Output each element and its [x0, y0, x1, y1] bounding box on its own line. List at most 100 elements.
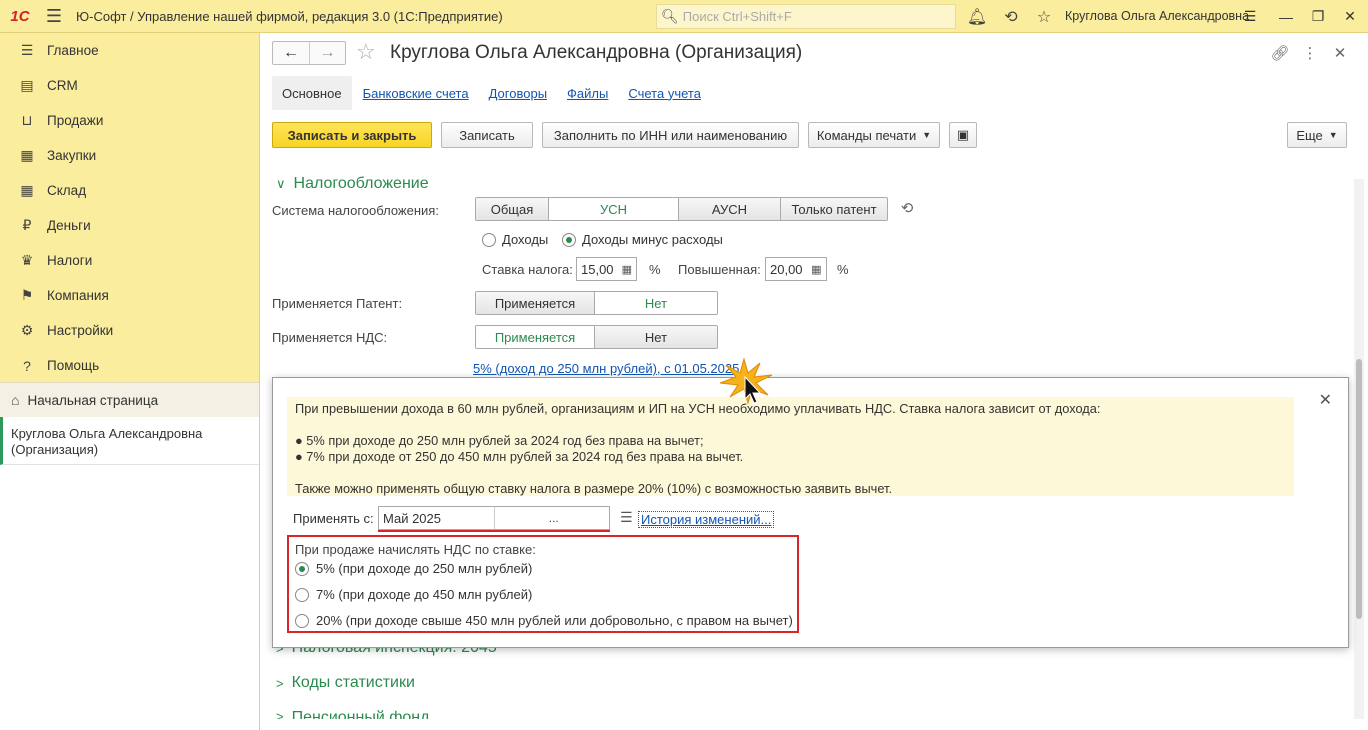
sidebar-item-main[interactable]: ☰ Главное [0, 33, 259, 68]
vat-settings-popup: ✕ При превышении дохода в 60 млн рублей,… [272, 377, 1349, 648]
vat-rate-20-label: 20% (при доходе свыше 450 млн рублей или… [316, 613, 793, 628]
global-search-input[interactable]: 🔍︎ Поиск Ctrl+Shift+F [656, 4, 956, 29]
home-icon: ⌂ [11, 392, 20, 408]
statistics-codes-label: Коды статистики [291, 674, 415, 691]
vat-rate-5-radio[interactable]: 5% (при доходе до 250 млн рублей) [295, 561, 532, 576]
purchases-icon: ▦ [20, 147, 34, 163]
vat-rate-7-radio[interactable]: 7% (при доходе до 450 млн рублей) [295, 587, 532, 602]
save-button[interactable]: Записать [441, 122, 533, 148]
tax-system-general[interactable]: Общая [476, 198, 549, 220]
apply-from-input[interactable]: Май 2025 ... [378, 506, 610, 530]
sidebar-item-crm[interactable]: ▤ CRM [0, 68, 259, 103]
fill-by-inn-button[interactable]: Заполнить по ИНН или наименованию [542, 122, 799, 148]
sections-panel: ☰ Главное ▤ CRM ⊔ Продажи ▦ Закупки ▦ Ск… [0, 33, 260, 730]
sidebar-item-sales[interactable]: ⊔ Продажи [0, 103, 259, 138]
sidebar-item-label: Деньги [47, 218, 91, 233]
sidebar-item-label: Налоги [47, 253, 93, 268]
tab-bank-accounts[interactable]: Банковские счета [363, 86, 469, 101]
taxation-header-label: Налогообложение [293, 175, 429, 192]
vat-rate-20-radio[interactable]: 20% (при доходе свыше 450 млн рублей или… [295, 613, 793, 628]
patent-applies[interactable]: Применяется [476, 292, 595, 314]
select-period-button[interactable]: ... [493, 507, 610, 529]
settings-menu-icon[interactable]: ☰ [1236, 4, 1264, 29]
notifications-icon[interactable]: 🔔︎ [964, 4, 990, 29]
tab-files[interactable]: Файлы [567, 86, 608, 101]
vertical-scrollbar[interactable] [1354, 179, 1364, 719]
warehouse-icon: ▦ [20, 182, 34, 198]
history-clock-icon[interactable]: ⟲ [896, 197, 918, 219]
vat-rate-group: При продаже начислять НДС по ставке: 5% … [287, 535, 799, 633]
structure-icon[interactable]: ▣ [949, 122, 977, 148]
forward-arrow-icon[interactable]: → [308, 42, 345, 64]
back-arrow-icon[interactable]: ← [273, 42, 309, 64]
tax-system-label: Система налогообложения: [272, 203, 439, 218]
vat-info-box: При превышении дохода в 60 млн рублей, о… [287, 397, 1294, 496]
statistics-codes-section-header[interactable]: > Коды статистики [276, 674, 415, 692]
close-window-icon[interactable]: ✕ [1336, 4, 1364, 29]
sidebar-item-money[interactable]: ₽ Деньги [0, 208, 259, 243]
home-page-item[interactable]: ⌂ Начальная страница [0, 382, 259, 417]
sidebar-item-label: Компания [47, 288, 109, 303]
gear-icon: ⚙ [20, 322, 34, 338]
tab-main[interactable]: Основное [272, 76, 352, 110]
object-income-minus-expenses-radio[interactable]: Доходы минус расходы [562, 232, 723, 247]
more-actions-icon[interactable]: ⋮ [1299, 42, 1321, 64]
app-title: Ю-Софт / Управление нашей фирмой, редакц… [76, 8, 503, 24]
sidebar-item-warehouse[interactable]: ▦ Склад [0, 173, 259, 208]
more-button[interactable]: Еще ▼ [1287, 122, 1347, 148]
taxation-section-header[interactable]: ∨ Налогообложение [276, 175, 429, 193]
sidebar-item-taxes[interactable]: ♛ Налоги [0, 243, 259, 278]
history-of-changes-link[interactable]: История изменений... [638, 511, 775, 528]
patent-no[interactable]: Нет [595, 292, 717, 314]
highlight-underline [378, 530, 610, 532]
increased-rate-input[interactable]: 20,00 ▦ [765, 257, 827, 281]
favorites-star-icon[interactable]: ☆ [1031, 4, 1057, 29]
vat-applies[interactable]: Применяется [476, 326, 595, 348]
dropdown-arrow-icon: ▼ [922, 130, 932, 140]
emblem-icon: ♛ [20, 252, 34, 268]
calculator-icon[interactable]: ▦ [614, 263, 636, 276]
pension-fund-section-header[interactable]: > Пенсионный фонд [276, 709, 429, 719]
minimize-icon[interactable]: — [1272, 4, 1300, 29]
chevron-right-icon: > [276, 709, 284, 719]
vat-no[interactable]: Нет [595, 326, 717, 348]
current-user-name[interactable]: Круглова Ольга Александровна [1065, 9, 1249, 23]
tax-system-patent-only[interactable]: Только патент [781, 198, 887, 220]
menu-icon: ☰ [20, 42, 34, 58]
vat-rate-link[interactable]: 5% (доход до 250 млн рублей), с 01.05.20… [473, 361, 739, 376]
sidebar-item-help[interactable]: ? Помощь [0, 348, 259, 383]
sidebar-item-label: Продажи [47, 113, 104, 128]
main-menu-icon[interactable]: ☰ [40, 0, 68, 33]
link-icon[interactable]: 🔗︎ [1269, 42, 1291, 64]
object-income-label: Доходы [502, 232, 549, 247]
favorite-star-icon[interactable]: ☆ [356, 39, 376, 65]
print-commands-button[interactable]: Команды печати ▼ [808, 122, 940, 148]
tax-system-ausn[interactable]: АУСН [679, 198, 781, 220]
close-form-icon[interactable]: ✕ [1329, 42, 1351, 64]
form-tabs: Основное Банковские счета Договоры Файлы… [272, 76, 701, 110]
scrollbar-thumb[interactable] [1356, 359, 1362, 619]
percent-sign: % [649, 262, 661, 277]
search-placeholder: Поиск Ctrl+Shift+F [682, 9, 792, 24]
save-and-close-button[interactable]: Записать и закрыть [272, 122, 432, 148]
calculator-icon[interactable]: ▦ [803, 263, 826, 276]
flag-icon: ⚑ [20, 287, 34, 303]
sidebar-item-purchases[interactable]: ▦ Закупки [0, 138, 259, 173]
tab-accounts[interactable]: Счета учета [628, 86, 701, 101]
history-icon[interactable]: ⟲ [998, 4, 1024, 29]
chevron-down-icon: ∨ [276, 176, 286, 191]
tab-contracts[interactable]: Договоры [489, 86, 547, 101]
sidebar-item-settings[interactable]: ⚙ Настройки [0, 313, 259, 348]
vat-rate-7-label: 7% (при доходе до 450 млн рублей) [316, 587, 533, 602]
restore-icon[interactable]: ❐ [1304, 4, 1332, 29]
apply-from-label: Применять с: [293, 511, 374, 526]
close-popup-icon[interactable]: ✕ [1319, 390, 1332, 410]
radio-circle [562, 232, 576, 247]
sidebar-item-company[interactable]: ⚑ Компания [0, 278, 259, 313]
open-window-item[interactable]: Круглова Ольга Александровна (Организаци… [0, 417, 259, 465]
chevron-right-icon: > [276, 675, 284, 691]
info-bullet: ● 5% при доходе до 250 млн рублей за 202… [295, 433, 704, 448]
tax-system-usn[interactable]: УСН [549, 198, 679, 220]
object-income-radio[interactable]: Доходы [482, 232, 548, 247]
tax-rate-input[interactable]: 15,00 ▦ [576, 257, 637, 281]
